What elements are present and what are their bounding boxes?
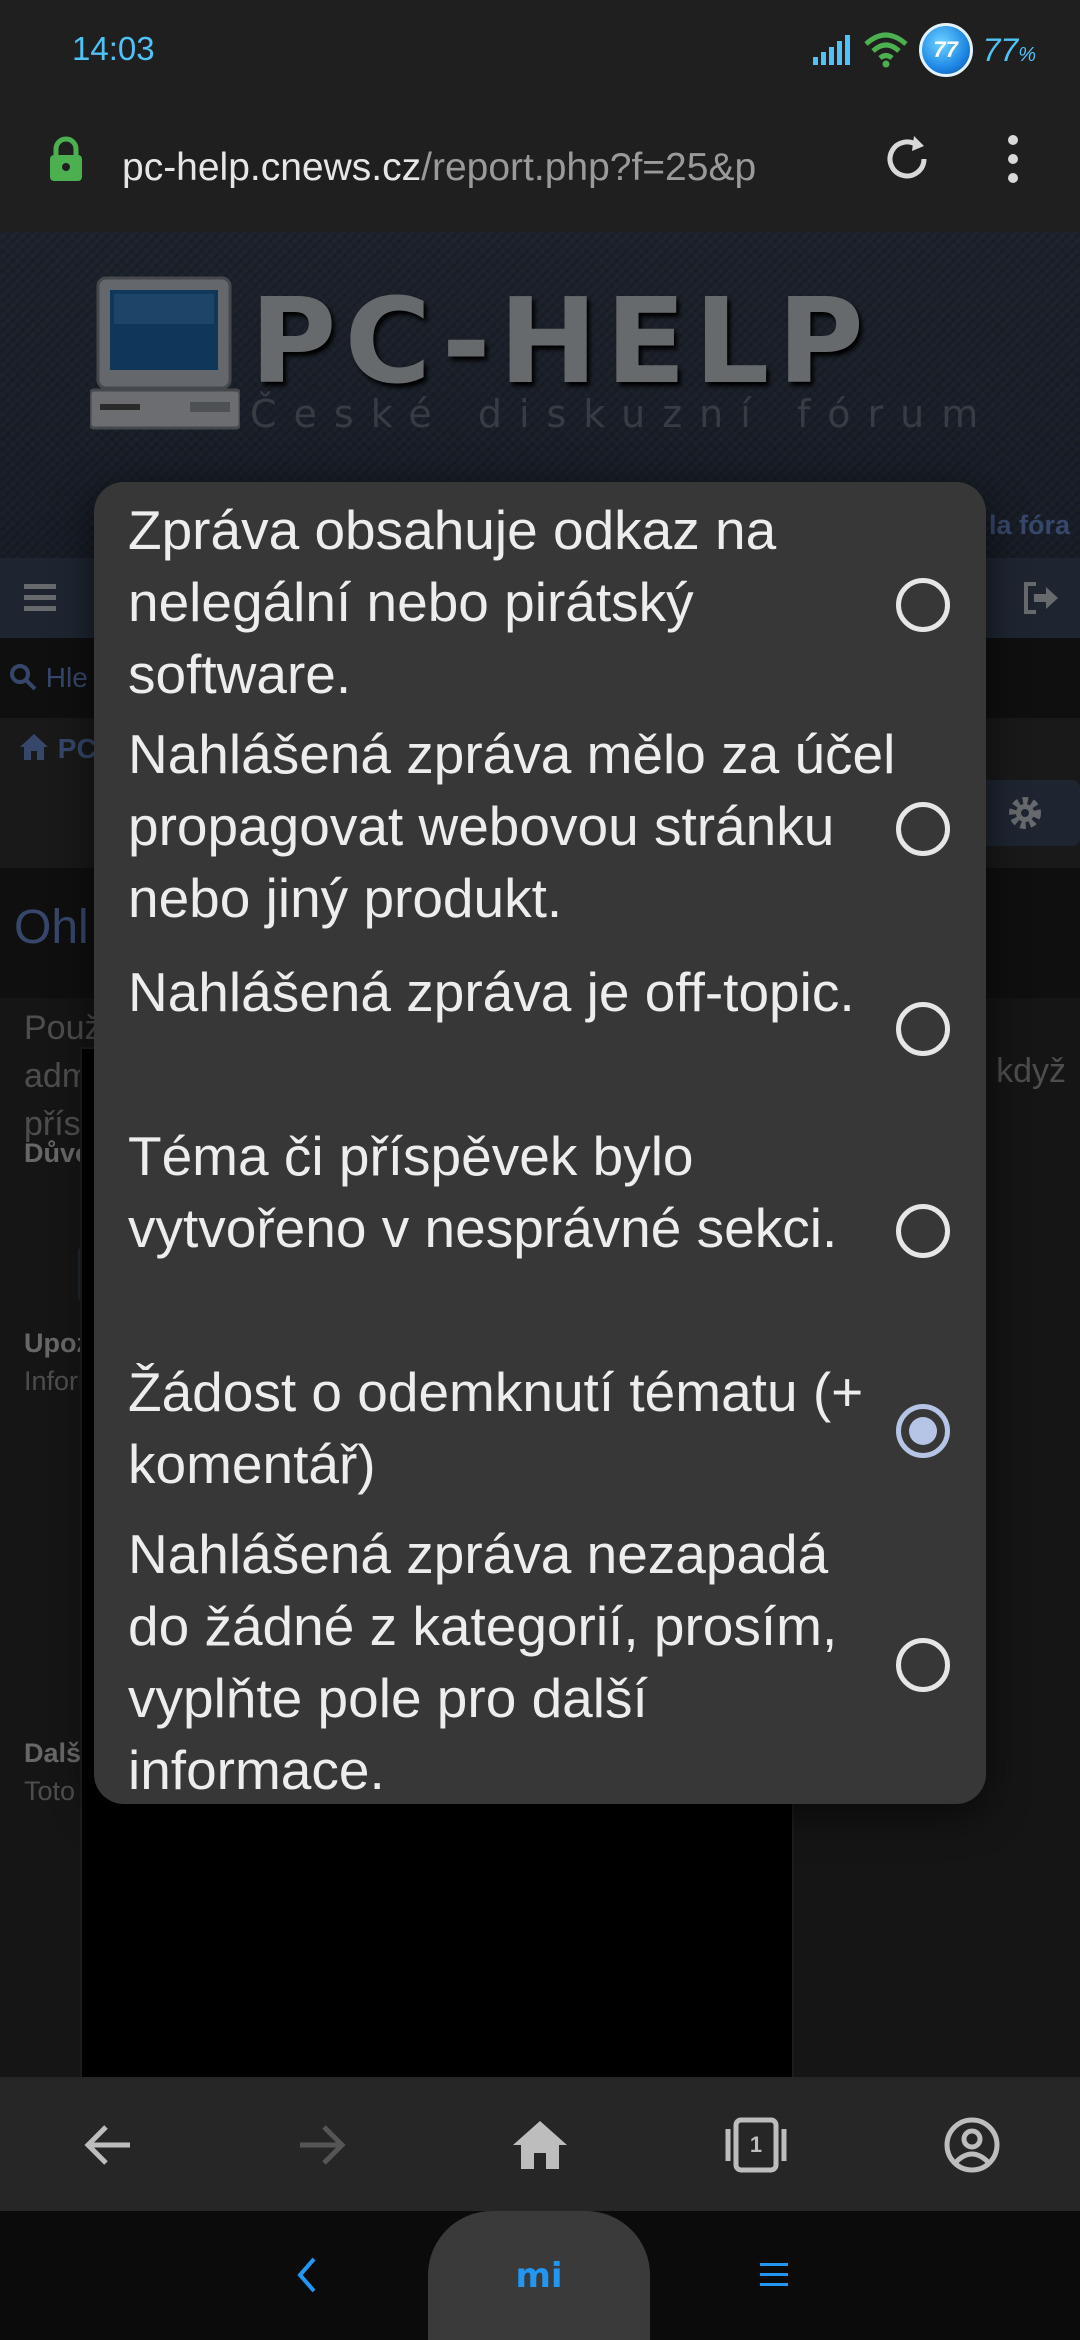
radio-button[interactable] — [896, 578, 950, 632]
wifi-icon — [863, 32, 908, 68]
battery-badge: 77 — [918, 23, 973, 77]
radio-button-selected[interactable] — [896, 1404, 950, 1458]
account-icon — [944, 2117, 1000, 2173]
signal-icon — [812, 35, 850, 65]
status-bar: 14:03 77 77% — [0, 0, 1080, 100]
option-other[interactable]: Nahlášená zpráva nezapadá do žádné z kat… — [94, 1518, 986, 1804]
radio-button[interactable] — [896, 1002, 950, 1056]
option-illegal-software[interactable]: Zpráva obsahuje odkaz na nelegální nebo … — [94, 494, 986, 710]
tab-count: 1 — [749, 2132, 763, 2157]
url-path: /report.php?f=25&p — [421, 146, 757, 189]
battery-value: 77 — [982, 31, 1019, 68]
option-label: Nahlášená zpráva mělo za účel propagovat… — [128, 723, 896, 929]
option-unlock-topic[interactable]: Žádost o odemknutí tématu (+ komentář) — [94, 1356, 986, 1500]
option-label: Žádost o odemknutí tématu (+ komentář) — [128, 1361, 864, 1495]
back-arrow-icon — [84, 2125, 130, 2165]
system-back-icon[interactable] — [292, 2253, 322, 2297]
reason-select-dialog: Zpráva obsahuje odkaz na nelegální nebo … — [94, 482, 986, 1804]
system-navigation-bar: mi — [0, 2211, 1080, 2340]
option-label: Zpráva obsahuje odkaz na nelegální nebo … — [128, 499, 777, 705]
option-wrong-section[interactable]: Téma či příspěvek bylo vytvořeno v nespr… — [94, 1120, 986, 1336]
system-recents-icon[interactable] — [756, 2253, 792, 2297]
option-advertising[interactable]: Nahlášená zpráva mělo za účel propagovat… — [94, 718, 986, 934]
menu-icon[interactable] — [998, 130, 1028, 188]
reload-icon[interactable] — [878, 130, 936, 188]
status-icons: 77 77% — [811, 22, 1036, 78]
status-time: 14:03 — [72, 30, 155, 67]
browser-toolbar: 1 — [0, 2077, 1080, 2211]
battery-percent: 77% — [983, 32, 1036, 69]
option-off-topic[interactable]: Nahlášená zpráva je off-topic. — [94, 956, 986, 1100]
option-label: Nahlášená zpráva je off-topic. — [128, 961, 855, 1023]
forward-button[interactable] — [284, 2107, 360, 2183]
forward-arrow-icon — [300, 2125, 346, 2165]
back-button[interactable] — [70, 2107, 146, 2183]
url-field[interactable]: pc-help.cnews.cz/report.php?f=25&p — [122, 138, 852, 198]
option-label: Téma či příspěvek bylo vytvořeno v nespr… — [128, 1125, 838, 1259]
url-host: pc-help.cnews.cz — [122, 146, 422, 189]
mi-logo: mi — [515, 2255, 563, 2296]
battery-unit: % — [1018, 43, 1036, 66]
radio-button[interactable] — [896, 802, 950, 856]
tabs-button[interactable]: 1 — [718, 2107, 794, 2183]
option-label: Nahlášená zpráva nezapadá do žádné z kat… — [128, 1523, 838, 1801]
home-button[interactable] — [502, 2107, 578, 2183]
lock-icon[interactable] — [48, 136, 84, 182]
address-bar: pc-help.cnews.cz/report.php?f=25&p — [0, 100, 1080, 232]
radio-button[interactable] — [896, 1638, 950, 1692]
home-icon — [513, 2121, 567, 2169]
profile-button[interactable] — [934, 2107, 1010, 2183]
radio-button[interactable] — [896, 1204, 950, 1258]
system-home-button[interactable]: mi — [428, 2211, 650, 2340]
